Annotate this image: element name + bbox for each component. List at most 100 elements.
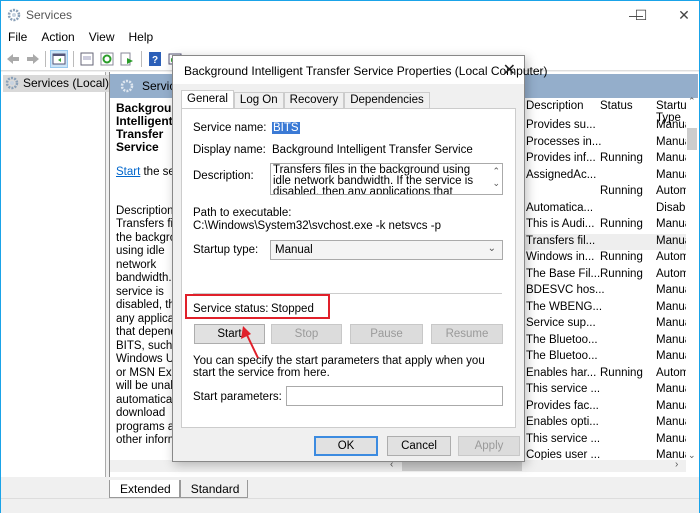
menu-help[interactable]: Help xyxy=(122,29,161,47)
services-gear-icon xyxy=(120,79,134,93)
scroll-down-icon[interactable]: ⌄ xyxy=(688,450,696,461)
service-row[interactable]: Enables har...RunningAutomatic xyxy=(522,366,698,383)
general-tab-panel: Service name: BITS Display name: Backgro… xyxy=(181,108,516,428)
maximize-icon: ☐ xyxy=(634,6,648,23)
cancel-button[interactable]: Cancel xyxy=(387,436,451,456)
service-description: Service sup... xyxy=(526,317,596,329)
refresh-icon[interactable] xyxy=(99,51,115,67)
help-icon[interactable]: ? xyxy=(147,51,163,67)
service-row[interactable]: Provides fac... Manual xyxy=(522,399,698,416)
service-status-label: Service status: xyxy=(193,303,269,315)
service-row[interactable]: Service sup... Manual xyxy=(522,316,698,333)
start-params-label: Start parameters: xyxy=(193,391,282,403)
show-hide-tree-icon[interactable] xyxy=(50,50,68,68)
stop-button[interactable]: Stop xyxy=(271,324,342,344)
service-status-value: Stopped xyxy=(271,303,314,315)
service-description: Transfers fil... xyxy=(526,234,596,247)
service-row[interactable]: BDESVC hos... Manual xyxy=(522,283,698,300)
service-description: Enables opti... xyxy=(526,416,599,428)
resume-button[interactable]: Resume xyxy=(431,324,503,344)
title-bar: Services — ☐ ✕ xyxy=(1,1,699,29)
service-row[interactable]: Provides inf... Running Manual xyxy=(522,151,698,168)
vertical-scroll-thumb[interactable] xyxy=(687,128,697,150)
status-bar xyxy=(1,498,699,513)
horizontal-scroll-thumb[interactable] xyxy=(402,461,522,471)
description-value: Transfers files in the background using … xyxy=(273,164,474,195)
description-label: Description: xyxy=(193,170,254,182)
tree-node-label: Services (Local) xyxy=(23,76,110,90)
view-tabs: Extended Standard xyxy=(109,480,249,498)
service-description: The Bluetoo... xyxy=(526,350,598,362)
tab-recovery[interactable]: Recovery xyxy=(283,92,345,108)
service-description: Provides fac... xyxy=(526,399,599,412)
tree-node-services-local[interactable]: Services (Local) xyxy=(3,75,113,92)
service-row[interactable]: AssignedAc... Manual xyxy=(522,168,698,185)
service-row[interactable]: The Bluetoo... Manual xyxy=(522,349,698,366)
pause-button[interactable]: Pause xyxy=(350,324,423,344)
close-button[interactable]: ✕ xyxy=(661,1,700,29)
tab-standard[interactable]: Standard xyxy=(179,480,249,498)
properties-icon[interactable] xyxy=(79,51,95,67)
service-row[interactable]: The Bluetoo... Manual xyxy=(522,333,698,350)
scroll-down-icon[interactable]: ⌄ xyxy=(492,178,500,189)
service-row[interactable]: This service ... Manual xyxy=(522,432,698,449)
service-description: This service ... xyxy=(526,383,601,395)
start-params-input[interactable] xyxy=(286,386,503,406)
service-description: Automatica... xyxy=(526,201,594,214)
service-row[interactable]: Windows in...RunningAutomatic xyxy=(522,250,698,267)
export-list-icon[interactable] xyxy=(119,51,135,67)
service-row[interactable]: Processes in... Manual xyxy=(522,135,698,152)
menu-action[interactable]: Action xyxy=(34,29,81,47)
back-icon[interactable] xyxy=(5,51,21,67)
menu-file[interactable]: File xyxy=(1,29,34,47)
vertical-scrollbar[interactable]: ⌃ ⌄ xyxy=(686,96,698,463)
description-text: Transfers files in the background using … xyxy=(116,218,178,446)
start-service-link[interactable]: Start xyxy=(116,166,140,178)
service-row[interactable]: Transfers fil... Manual xyxy=(522,233,698,250)
service-row[interactable]: The Base Fil...RunningAutomatic xyxy=(522,267,698,284)
extended-panel: Background Intelligent Transfer Service … xyxy=(116,102,178,448)
service-row[interactable]: RunningAutomatic xyxy=(522,184,698,201)
column-header-description[interactable]: Description xyxy=(526,100,584,118)
column-header-status[interactable]: Status xyxy=(600,100,633,118)
service-name-value[interactable]: BITS xyxy=(272,122,300,134)
ok-button[interactable]: OK xyxy=(314,436,378,456)
forward-icon[interactable] xyxy=(25,51,41,67)
menu-bar: File Action View Help xyxy=(1,29,699,47)
menu-view[interactable]: View xyxy=(82,29,122,47)
tab-extended[interactable]: Extended xyxy=(109,480,180,498)
dialog-title: Background Intelligent Transfer Service … xyxy=(184,64,548,78)
toolbar-separator xyxy=(141,51,142,67)
description-textbox[interactable]: Transfers files in the background using … xyxy=(270,163,503,195)
service-description: The Bluetoo... xyxy=(526,333,598,346)
service-description: Processes in... xyxy=(526,135,602,148)
service-row[interactable]: The WBENG... Manual xyxy=(522,300,698,317)
service-row[interactable]: This is Audi... Running Manual xyxy=(522,217,698,234)
service-row[interactable]: This service ... Manual xyxy=(522,382,698,399)
scroll-up-icon[interactable]: ⌃ xyxy=(688,96,696,107)
apply-button[interactable]: Apply xyxy=(458,436,520,456)
startup-type-select[interactable]: Manual ⌄ xyxy=(270,240,503,260)
close-icon: ✕ xyxy=(678,6,690,23)
service-description: This service ... xyxy=(526,432,601,445)
dialog-close-icon[interactable]: ✕ xyxy=(503,60,516,80)
services-list: Description Status Startup Type Provides… xyxy=(522,96,698,470)
tab-log-on[interactable]: Log On xyxy=(233,92,284,108)
tab-general[interactable]: General xyxy=(181,90,234,109)
service-status: Running xyxy=(600,218,643,230)
properties-dialog: Background Intelligent Transfer Service … xyxy=(172,55,548,462)
start-button[interactable]: Start xyxy=(194,324,265,344)
scroll-right-icon[interactable]: › xyxy=(675,459,678,470)
scroll-up-icon[interactable]: ⌃ xyxy=(492,166,500,177)
service-status: Running xyxy=(600,152,643,164)
startup-type-value: Manual xyxy=(275,244,313,256)
maximize-button[interactable]: ☐ xyxy=(618,1,664,29)
service-row[interactable]: Enables opti... Manual xyxy=(522,415,698,432)
services-gear-icon xyxy=(5,76,19,90)
dialog-title-bar: Background Intelligent Transfer Service … xyxy=(173,56,548,84)
tab-dependencies[interactable]: Dependencies xyxy=(344,92,430,108)
service-description: This is Audi... xyxy=(526,218,595,230)
service-row[interactable]: Automatica... Disabled xyxy=(522,201,698,218)
path-value: C:\Windows\System32\svchost.exe -k netsv… xyxy=(193,220,441,232)
service-row[interactable]: Provides su... Manual xyxy=(522,118,698,135)
